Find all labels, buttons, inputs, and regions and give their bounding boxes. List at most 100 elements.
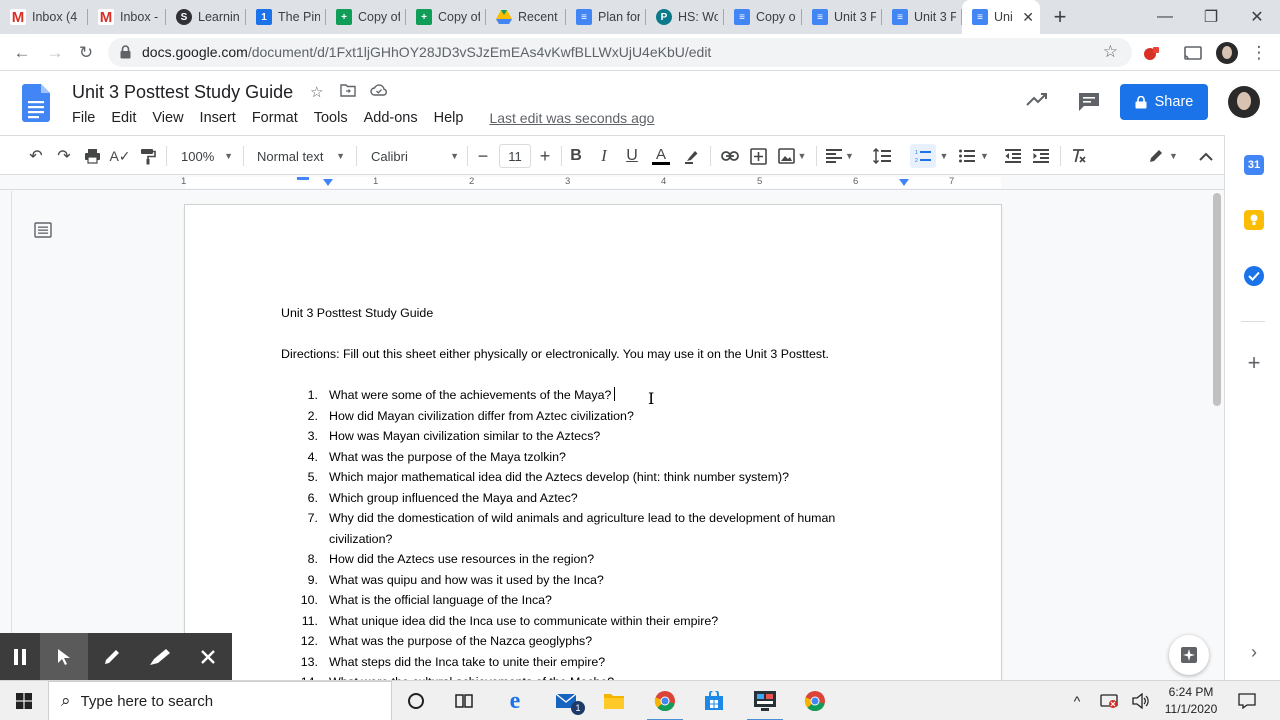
- document-outline-icon[interactable]: [34, 222, 52, 238]
- decrease-font-size-button[interactable]: −: [473, 144, 493, 168]
- get-add-ons-plus-icon[interactable]: +: [1244, 350, 1264, 375]
- list-item-text[interactable]: Why did the domestication of wild animal…: [329, 508, 901, 549]
- menu-format[interactable]: Format: [252, 110, 306, 126]
- list-item[interactable]: 10. What is the official language of the…: [281, 590, 901, 611]
- list-item-text[interactable]: What was the purpose of the Maya tzolkin…: [329, 447, 901, 468]
- list-item[interactable]: 12. What was the purpose of the Nazca ge…: [281, 631, 901, 652]
- list-item-text[interactable]: What were the cultural achievements of t…: [329, 672, 901, 680]
- docs-logo-icon[interactable]: [22, 84, 50, 122]
- minimize-button[interactable]: —: [1142, 0, 1188, 34]
- close-icon[interactable]: [184, 633, 232, 680]
- list-item[interactable]: 14. What were the cultural achievements …: [281, 672, 901, 680]
- cortana-icon[interactable]: [392, 681, 440, 720]
- extension-icon[interactable]: [1138, 40, 1164, 66]
- calendar-icon[interactable]: 31: [1244, 155, 1264, 175]
- show-hidden-icons-chevron-up-icon[interactable]: ^: [1066, 681, 1088, 720]
- tab-the-pin[interactable]: 1 The Pin: [246, 0, 326, 34]
- list-item-text[interactable]: How did the Aztecs use resources in the …: [329, 549, 901, 570]
- insert-comment-icon[interactable]: [746, 144, 770, 168]
- align-left-icon[interactable]: ▼: [823, 144, 857, 168]
- new-tab-button[interactable]: +: [1040, 0, 1080, 34]
- print-icon[interactable]: [80, 144, 104, 168]
- tab-unit3-a[interactable]: ≡ Unit 3 F: [802, 0, 882, 34]
- last-edit-link[interactable]: Last edit was seconds ago: [489, 110, 654, 126]
- list-item[interactable]: 7. Why did the domestication of wild ani…: [281, 508, 901, 549]
- restore-button[interactable]: ❐: [1188, 0, 1234, 34]
- tab-inbox-1[interactable]: M Inbox (4: [0, 0, 88, 34]
- left-indent-marker[interactable]: [323, 179, 333, 186]
- back-button[interactable]: ←: [9, 40, 35, 66]
- taskbar-search-box[interactable]: ⌕: [48, 681, 392, 720]
- vertical-ruler[interactable]: [0, 191, 12, 680]
- notifications-icon[interactable]: [1232, 681, 1262, 720]
- pointer-icon[interactable]: [40, 633, 88, 680]
- document-title[interactable]: Unit 3 Posttest Study Guide: [72, 82, 293, 103]
- undo-icon[interactable]: ↶: [24, 144, 48, 168]
- redo-icon[interactable]: ↷: [52, 144, 76, 168]
- share-button[interactable]: Share: [1120, 84, 1208, 120]
- start-button[interactable]: [0, 681, 48, 720]
- italic-button[interactable]: I: [594, 144, 614, 168]
- chrome-taskbar-icon[interactable]: [641, 681, 689, 720]
- tasks-icon[interactable]: [1244, 266, 1264, 286]
- text-color-button[interactable]: A: [650, 144, 672, 168]
- chrome-icon[interactable]: [791, 681, 839, 720]
- comments-icon[interactable]: [1078, 92, 1100, 116]
- profile-avatar[interactable]: [1214, 40, 1240, 66]
- bookmark-star-icon[interactable]: ☆: [1103, 42, 1118, 62]
- cast-icon[interactable]: [1180, 40, 1206, 66]
- underline-button[interactable]: U: [622, 144, 642, 168]
- tab-copy-sheet-1[interactable]: + Copy of: [326, 0, 406, 34]
- highlighter-icon[interactable]: [136, 633, 184, 680]
- remote-app-icon[interactable]: [741, 681, 789, 720]
- tab-unit3-b[interactable]: ≡ Unit 3 F: [882, 0, 962, 34]
- explore-button[interactable]: [1169, 635, 1209, 675]
- search-input[interactable]: [80, 692, 361, 710]
- insert-link-icon[interactable]: [718, 144, 742, 168]
- document-page[interactable]: Unit 3 Posttest Study Guide Directions: …: [185, 205, 1001, 680]
- star-icon[interactable]: ☆: [310, 83, 323, 101]
- menu-tools[interactable]: Tools: [314, 110, 356, 126]
- tab-unit3-active[interactable]: ≡ Uni ✕: [962, 0, 1040, 34]
- pen-icon[interactable]: [88, 633, 136, 680]
- bold-button[interactable]: B: [566, 144, 586, 168]
- store-icon[interactable]: [690, 681, 738, 720]
- tab-learning[interactable]: S Learnin: [166, 0, 246, 34]
- line-spacing-icon[interactable]: [870, 144, 894, 168]
- numbered-list-options-icon[interactable]: ▼: [938, 144, 950, 168]
- list-item-text[interactable]: What is the official language of the Inc…: [329, 590, 901, 611]
- document-body[interactable]: Unit 3 Posttest Study Guide Directions: …: [281, 303, 901, 680]
- document-heading[interactable]: Unit 3 Posttest Study Guide: [281, 303, 901, 324]
- taskbar-clock[interactable]: 6:24 PM 11/1/2020: [1158, 684, 1224, 718]
- editing-mode-icon[interactable]: ▼: [1144, 144, 1182, 168]
- tab-inbox-2[interactable]: M Inbox -: [88, 0, 166, 34]
- bulleted-list-icon[interactable]: ▼: [957, 144, 991, 168]
- vertical-scrollbar[interactable]: [1210, 191, 1224, 680]
- blank-line[interactable]: [281, 324, 901, 345]
- font-select[interactable]: Calibri ▼: [371, 146, 459, 166]
- tab-copy-doc[interactable]: ≡ Copy of: [724, 0, 802, 34]
- horizontal-ruler[interactable]: 1 1 2 3 4 5 6 7: [0, 175, 1224, 190]
- right-indent-marker[interactable]: [899, 179, 909, 186]
- list-item-text[interactable]: What steps did the Inca take to unite th…: [329, 652, 901, 673]
- decrease-indent-icon[interactable]: [1001, 144, 1025, 168]
- edge-icon[interactable]: e: [491, 681, 539, 720]
- increase-indent-icon[interactable]: [1029, 144, 1053, 168]
- menu-view[interactable]: View: [152, 110, 191, 126]
- network-status-icon[interactable]: [1096, 681, 1122, 720]
- spellcheck-icon[interactable]: A✓: [108, 144, 132, 168]
- menu-edit[interactable]: Edit: [111, 110, 144, 126]
- list-item-text[interactable]: Which group influenced the Maya and Azte…: [329, 488, 901, 509]
- list-item-text[interactable]: What was the purpose of the Nazca geogly…: [329, 631, 901, 652]
- blank-line[interactable]: [281, 365, 901, 386]
- cloud-status-icon[interactable]: [370, 83, 388, 100]
- address-bar[interactable]: docs.google.com/document/d/1Fxt1ljGHhOY2…: [108, 38, 1132, 67]
- clear-formatting-icon[interactable]: [1066, 144, 1090, 168]
- list-item-text[interactable]: What was quipu and how was it used by th…: [329, 570, 901, 591]
- highlight-color-icon[interactable]: [681, 144, 703, 168]
- browser-menu-icon[interactable]: ⋮: [1246, 40, 1272, 66]
- menu-insert[interactable]: Insert: [200, 110, 244, 126]
- close-icon[interactable]: ✕: [1022, 9, 1034, 26]
- list-item-text[interactable]: What were some of the achievements of th…: [329, 385, 901, 406]
- menu-help[interactable]: Help: [434, 110, 472, 126]
